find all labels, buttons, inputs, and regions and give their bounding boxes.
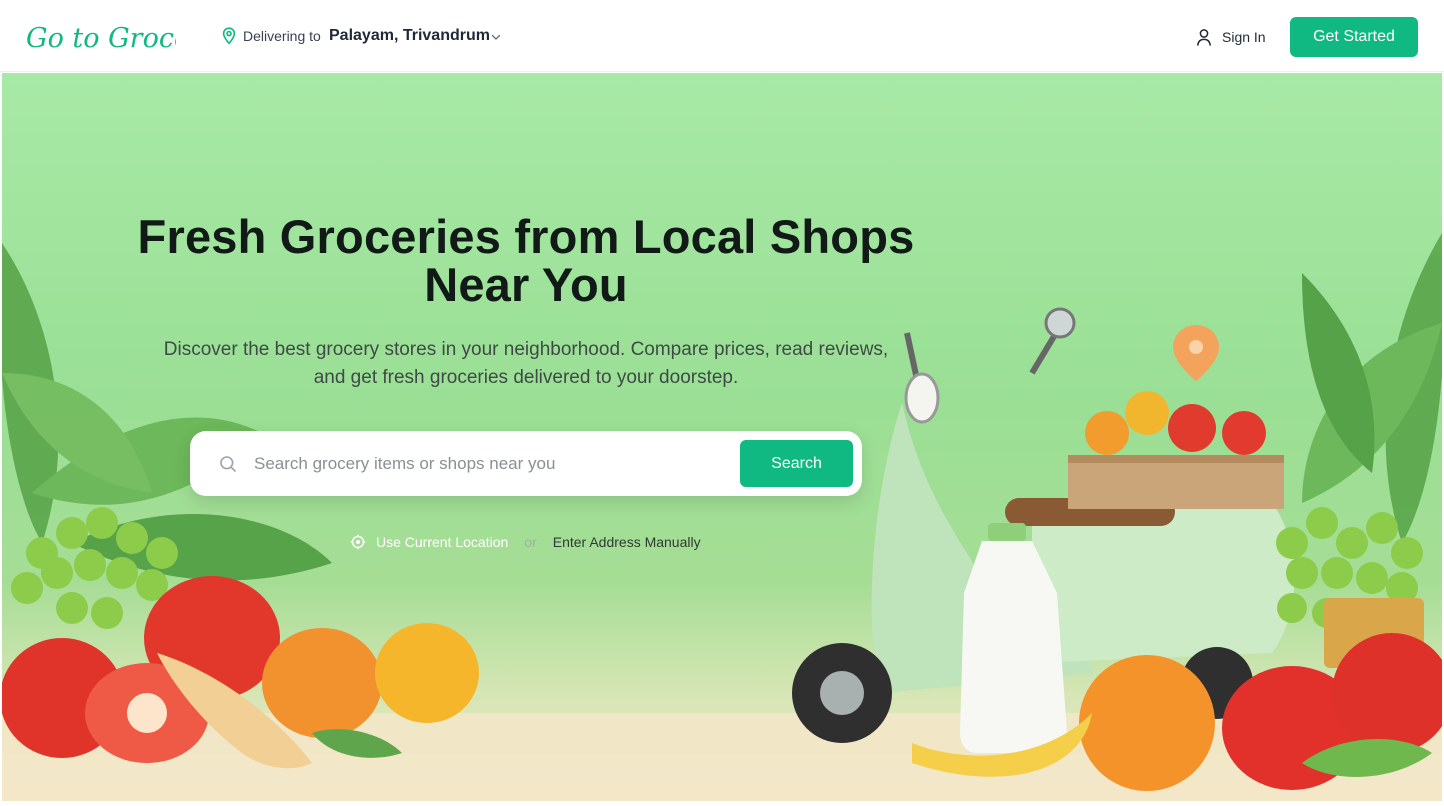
hero-subtitle-line2: and get fresh groceries delivered to you…: [313, 367, 739, 388]
use-current-location-button[interactable]: Use Current Location: [350, 534, 508, 550]
location-selector[interactable]: Palayam, Trivandrum: [329, 27, 490, 45]
site-header: Go to Grocery Delivering to Palayam, Tri…: [0, 0, 1444, 72]
use-current-location-label: Use Current Location: [376, 534, 509, 550]
svg-text:Go to Grocery: Go to Grocery: [26, 23, 176, 54]
sign-in-label: Sign In: [1222, 29, 1266, 45]
sign-in-link[interactable]: Sign In: [1196, 26, 1266, 48]
location-options: Use Current Location or Enter Address Ma…: [350, 532, 701, 552]
hero-title-line2: Near You: [424, 258, 628, 311]
chevron-down-icon[interactable]: [490, 31, 502, 43]
user-icon: [1197, 29, 1211, 46]
delivering-label: Delivering to: [243, 28, 321, 44]
search-bar: Search: [190, 431, 862, 496]
or-separator: or: [524, 534, 537, 550]
search-input[interactable]: [254, 451, 724, 477]
hero-subtitle: Discover the best grocery stores in your…: [128, 336, 924, 392]
search-button[interactable]: Search: [740, 440, 853, 487]
hero-section: Fresh Groceries from Local Shops Near Yo…: [2, 73, 1442, 801]
get-started-button[interactable]: Get Started: [1290, 17, 1418, 57]
hero-subtitle-line1: Discover the best grocery stores in your…: [163, 339, 889, 360]
hero-title-line1: Fresh Groceries from Local Shops: [137, 210, 915, 263]
hero-title: Fresh Groceries from Local Shops Near Yo…: [128, 213, 924, 309]
brand-logo[interactable]: Go to Grocery: [26, 16, 176, 56]
search-icon: [220, 456, 236, 472]
target-icon: [350, 534, 366, 550]
map-pin-icon: [222, 27, 236, 45]
enter-address-link[interactable]: Enter Address Manually: [553, 534, 701, 550]
